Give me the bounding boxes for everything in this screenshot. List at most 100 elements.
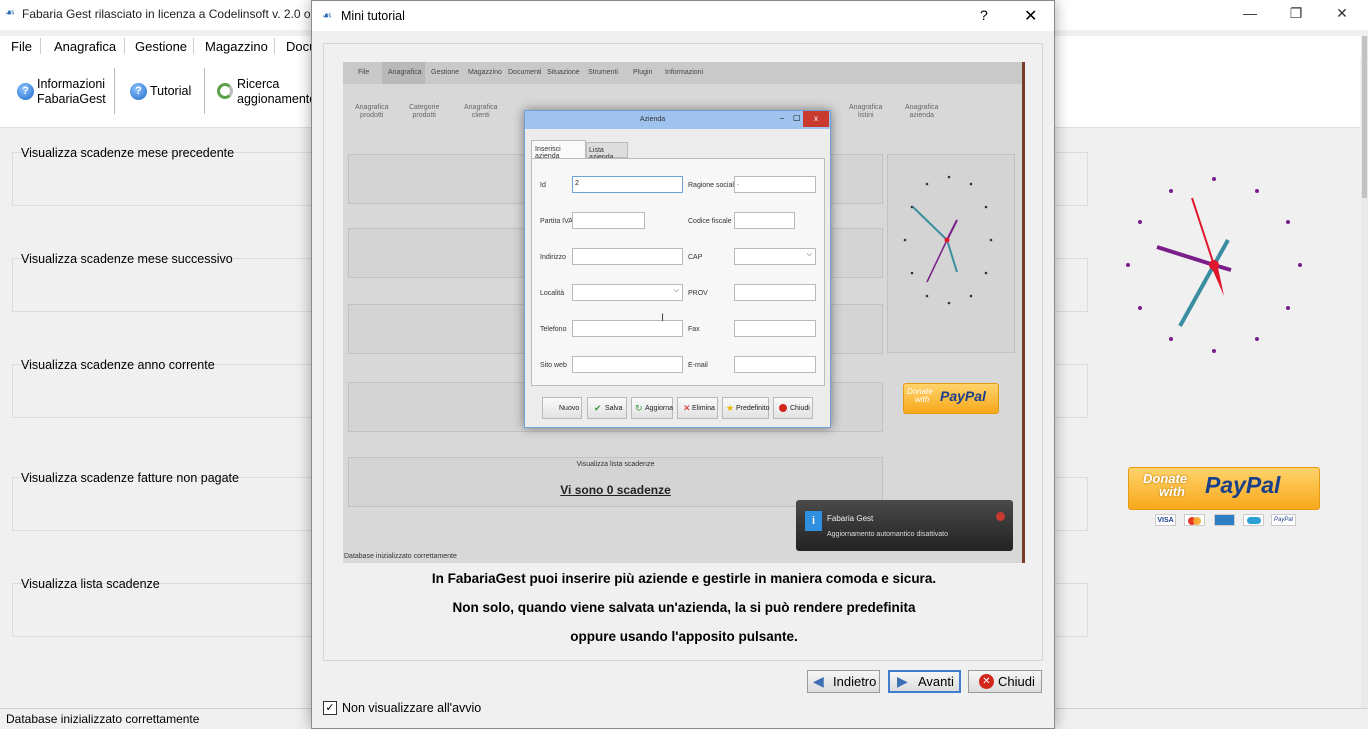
main-scrollbar[interactable] (1361, 36, 1368, 708)
dialog-close-x-button[interactable]: ✕ (1024, 6, 1037, 26)
azienda-label-sito: Sito web (540, 362, 567, 369)
azienda-close-icon: x (803, 111, 829, 127)
menu-gestione[interactable]: Gestione (135, 39, 187, 54)
startup-checkbox[interactable]: ✓ (323, 701, 337, 715)
info-icon: i (805, 511, 822, 531)
ribbon-info-button[interactable]: Informazioni FabariaGest (37, 77, 106, 107)
restore-button[interactable]: ❐ (1273, 0, 1319, 28)
azienda-label-telefono: Telefono (540, 326, 567, 333)
amex-card-icon (1214, 514, 1235, 526)
azienda-field-localita: ⌵ (572, 284, 683, 301)
shot-edge (1022, 62, 1025, 563)
shot-menu-item: Situazione (547, 69, 580, 76)
azienda-field-prov (734, 284, 816, 301)
azienda-tab-inserisci: Inserisci azienda (531, 140, 586, 160)
azienda-field-email (734, 356, 816, 373)
azienda-btn-predefinito: ★ Predefinito (722, 397, 769, 419)
tutorial-caption-line2: Non solo, quando viene salvata un'aziend… (452, 600, 916, 615)
shot-menu-item: File (358, 69, 370, 76)
minimize-button[interactable]: — (1227, 0, 1273, 28)
shot-scadenze-value: Vi sono 0 scadenze (560, 483, 671, 497)
text-cursor-icon: I (661, 312, 665, 324)
visa-card-icon: VISA (1155, 514, 1176, 526)
tutorial-help-icon[interactable]: ? (130, 83, 147, 100)
ribbon-update-button[interactable]: Ricerca aggionamento (237, 77, 316, 107)
shot-clock (903, 175, 993, 305)
azienda-field-sito (572, 356, 683, 373)
shot-ribbon-item: Categorie prodotti (409, 104, 440, 119)
paypal-brand: PayPal (1205, 472, 1281, 498)
info-help-icon[interactable]: ? (17, 83, 34, 100)
shot-ribbon-item: Anagrafica prodotti (355, 104, 389, 119)
close-circle-icon: ✕ (979, 674, 994, 689)
back-button-label: Indietro (833, 674, 877, 689)
panel-next-month-title: Visualizza scadenze mese successivo (21, 252, 233, 266)
shot-menu-item: Anagrafica (388, 69, 422, 76)
azienda-label-ragione: Ragione sociale (688, 182, 738, 189)
status-text: Database inizializzato correttamente (6, 712, 200, 726)
paypal-with-text: with (1159, 484, 1185, 499)
app-title: Fabaria Gest rilasciato in licenza a Cod… (22, 7, 318, 21)
ribbon-info-line2: FabariaGest (37, 92, 106, 106)
panel-prev-month-title: Visualizza scadenze mese precedente (21, 146, 235, 160)
shot-ribbon-item: Anagrafica clienti (464, 104, 498, 119)
shot-scadenze-title: Visualizza lista scadenze (576, 461, 655, 468)
azienda-field-id: 2 (572, 176, 683, 193)
azienda-field-telefono (572, 320, 683, 337)
azienda-title: Azienda (639, 116, 666, 123)
chevron-down-icon: ⌵ (673, 287, 679, 294)
next-button[interactable]: ▶ Avanti (888, 670, 961, 693)
azienda-btn-aggiorna: ↻ Aggiorna (631, 397, 673, 419)
chevron-down-icon: ⌵ (806, 251, 812, 258)
tutorial-caption-line1: In FabariaGest puoi inserire più aziende… (431, 571, 937, 586)
paypal-card-icon: PayPal (1271, 514, 1296, 526)
azienda-label-piva: Partita IVA (540, 218, 573, 225)
shot-menu-item: Magazzino (468, 69, 502, 76)
dialog-titlebar (312, 1, 1054, 31)
azienda-field-ragione: . (734, 176, 816, 193)
menu-magazzino[interactable]: Magazzino (205, 39, 268, 54)
azienda-field-cap: ⌵ (734, 248, 816, 265)
shot-menu-item: Plugin (633, 69, 653, 76)
refresh-icon[interactable] (217, 83, 233, 99)
close-button[interactable]: ✕ Chiudi (968, 670, 1042, 693)
azienda-max-icon: ▢ (793, 113, 801, 122)
shot-paypal-brand: PayPal (940, 388, 986, 404)
azienda-tab-lista: Lista azienda (586, 142, 628, 161)
main-scrollbar-thumb[interactable] (1362, 36, 1367, 198)
azienda-field-cf (734, 212, 795, 229)
mini-tutorial-dialog: ☙ Mini tutorial ? ✕ File Anagrafica Gest… (311, 0, 1055, 729)
ribbon-divider (204, 68, 205, 114)
analog-clock (1126, 177, 1302, 353)
startup-checkbox-label: Non visualizzare all'avvio (342, 701, 482, 715)
azienda-field-piva (572, 212, 645, 229)
dialog-help-button[interactable]: ? (980, 7, 988, 23)
shot-notification: i Fabaria Gest Aggiornamento automantico… (796, 500, 1013, 551)
azienda-btn-salva: ✔ Salva (587, 397, 627, 419)
ribbon-tutorial-button[interactable]: Tutorial (150, 84, 191, 99)
clock-second-hand (1191, 197, 1215, 266)
close-app-button[interactable]: ✕ (1319, 0, 1365, 28)
azienda-label-id: Id (540, 182, 546, 189)
ribbon-update-line2: aggionamento (237, 92, 317, 106)
dialog-title: Mini tutorial (341, 9, 405, 23)
shot-menu-item: Strumenti (588, 69, 618, 76)
shot-status: Database inizializzato correttamente (344, 553, 457, 560)
menu-divider (124, 38, 125, 54)
azienda-btn-nuovo: Nuovo (542, 397, 582, 419)
menu-divider (274, 38, 275, 54)
azienda-label-cf: Codice fiscale (688, 218, 732, 225)
dialog-content: File Anagrafica Gestione Magazzino Docum… (323, 43, 1043, 661)
dialog-logo-icon: ☙ (322, 10, 332, 22)
azienda-btn-elimina: ✕ Elimina (677, 397, 718, 419)
shot-notification-text: Aggiornamento automantico disattivato (827, 531, 949, 538)
menu-divider (193, 38, 194, 54)
arrow-right-icon: ▶ (897, 673, 908, 689)
shot-menu-item: Gestione (431, 69, 460, 76)
back-button[interactable]: ◀ Indietro (807, 670, 880, 693)
arrow-left-icon: ◀ (813, 673, 824, 689)
paypal-donate-button[interactable]: Donate with PayPal (1128, 467, 1320, 510)
menu-file[interactable]: File (11, 39, 32, 54)
shot-menu-item: Documenti (508, 69, 542, 76)
menu-anagrafica[interactable]: Anagrafica (54, 39, 116, 54)
